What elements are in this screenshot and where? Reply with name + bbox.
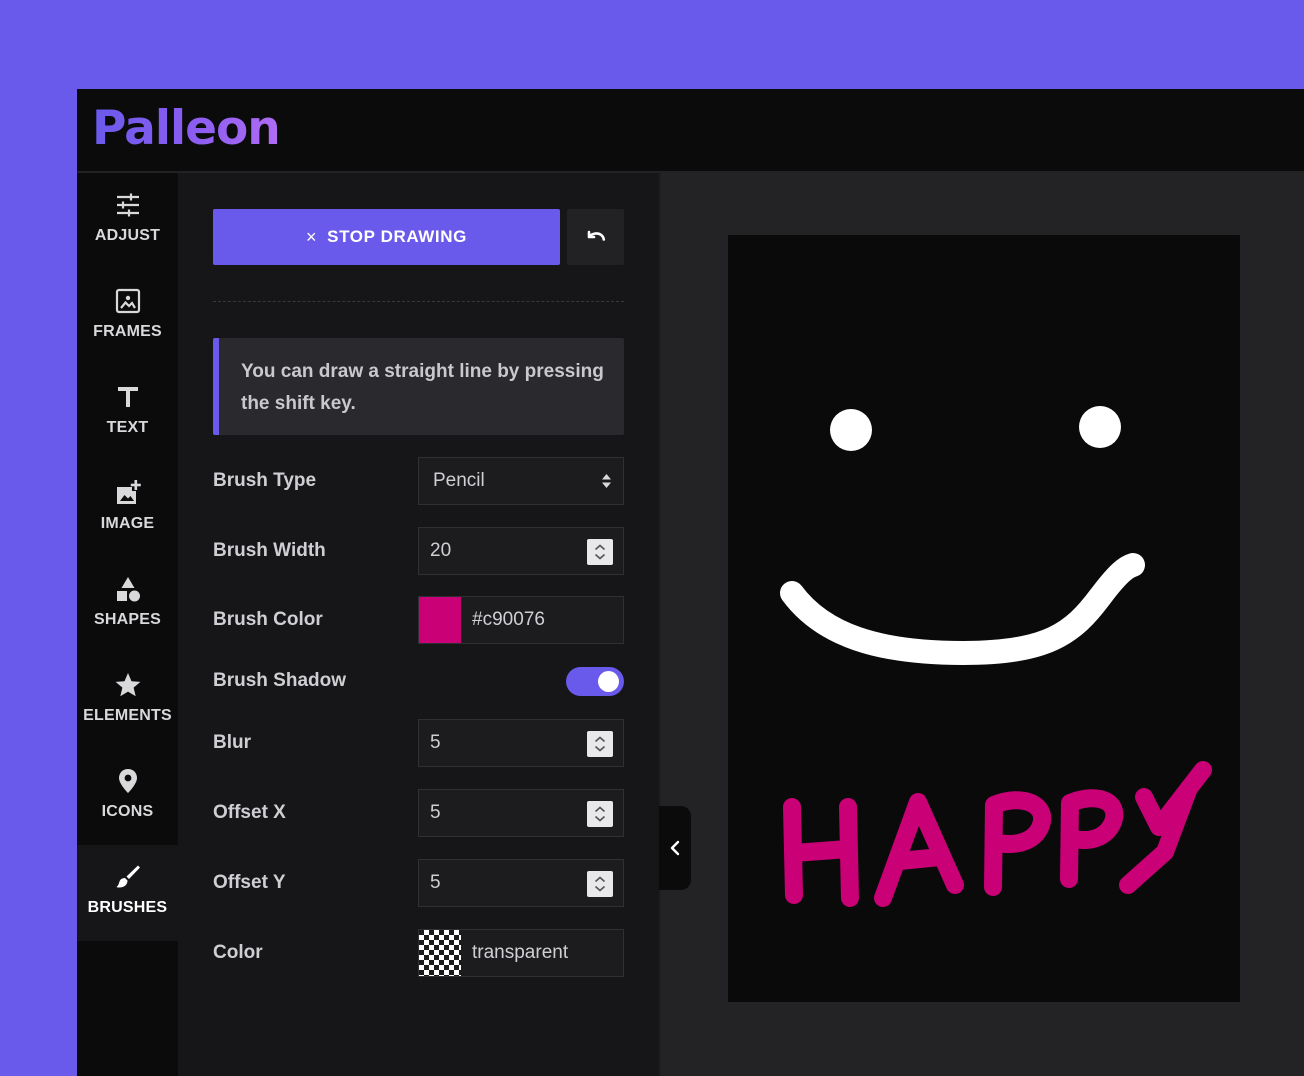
brush-color-swatch[interactable] (419, 597, 461, 643)
brush-color-input[interactable]: #c90076 (418, 596, 624, 644)
shadow-color-input[interactable]: transparent (418, 929, 624, 977)
text-icon (117, 387, 138, 407)
shadow-color-row: Color transparent (213, 929, 624, 977)
sidebar-item-label: ELEMENTS (83, 707, 172, 724)
blur-value: 5 (430, 732, 441, 753)
app-window: Palleon ADJUST FRAMES TEXT IMAGE SHAPES … (77, 89, 1304, 1076)
offset-y-input[interactable]: 5 (418, 859, 624, 907)
stop-drawing-label: STOP DRAWING (327, 227, 467, 246)
brush-width-row: Brush Width 20 (213, 527, 624, 575)
close-icon: × (306, 226, 318, 247)
offset-x-label: Offset X (213, 802, 286, 823)
brush-type-select[interactable]: Pencil (418, 457, 624, 505)
collapse-panel-button[interactable] (659, 806, 691, 890)
undo-icon (587, 230, 605, 241)
right-eye-stroke (1079, 406, 1121, 448)
sidebar-item-label: TEXT (106, 419, 149, 436)
sidebar-item-label: SHAPES (94, 611, 161, 628)
sidebar-item-label: IMAGE (100, 515, 155, 532)
canvas-workspace (661, 173, 1304, 1076)
brush-shadow-row: Brush Shadow (213, 657, 624, 705)
brush-width-value: 20 (430, 540, 452, 561)
undo-button[interactable] (567, 209, 624, 265)
brush-color-label: Brush Color (213, 609, 323, 630)
offset-y-value: 5 (430, 872, 441, 893)
frame-icon (115, 288, 140, 314)
stop-drawing-button[interactable]: × STOP DRAWING (213, 209, 560, 265)
blur-label: Blur (213, 732, 251, 753)
chevron-left-icon (670, 840, 680, 856)
sidebar-item-brushes[interactable]: BRUSHES (77, 845, 178, 941)
add-image-icon (116, 480, 141, 504)
number-stepper-icon[interactable] (587, 801, 613, 827)
top-bar: Palleon (77, 89, 1304, 173)
offset-x-value: 5 (430, 802, 441, 823)
number-stepper-icon[interactable] (587, 871, 613, 897)
sidebar-item-label: BRUSHES (87, 899, 168, 916)
smile-stroke (780, 553, 1145, 665)
brush-width-input[interactable]: 20 (418, 527, 624, 575)
brush-shadow-label: Brush Shadow (213, 670, 347, 691)
shadow-color-value: transparent (472, 942, 569, 963)
toggle-knob (598, 671, 619, 692)
sliders-icon (116, 193, 139, 217)
brush-icon (116, 865, 140, 888)
sidebar-item-icons[interactable]: ICONS (77, 749, 178, 845)
drawing-canvas[interactable] (728, 235, 1240, 1002)
blur-input[interactable]: 5 (418, 719, 624, 767)
number-stepper-icon[interactable] (587, 539, 613, 565)
offset-x-row: Offset X 5 (213, 789, 624, 837)
select-arrows-icon (602, 474, 611, 488)
drawing-strokes (780, 406, 1212, 907)
brush-type-row: Brush Type Pencil (213, 457, 624, 505)
shapes-icon (116, 577, 140, 602)
sidebar-item-elements[interactable]: ELEMENTS (77, 653, 178, 749)
sidebar-item-adjust[interactable]: ADJUST (77, 173, 178, 269)
star-icon (115, 673, 140, 697)
offset-x-input[interactable]: 5 (418, 789, 624, 837)
sidebar-item-label: FRAMES (93, 323, 162, 340)
divider (213, 301, 624, 302)
left-eye-stroke (830, 409, 872, 451)
sidebar-item-shapes[interactable]: SHAPES (77, 557, 178, 653)
number-stepper-icon[interactable] (587, 731, 613, 757)
offset-y-row: Offset Y 5 (213, 859, 624, 907)
sidebar-item-text[interactable]: TEXT (77, 365, 178, 461)
shift-key-tip: You can draw a straight line by pressing… (213, 338, 624, 435)
brush-width-label: Brush Width (213, 540, 326, 561)
brush-type-value: Pencil (433, 470, 485, 491)
app-logo: Palleon (92, 101, 281, 156)
offset-y-label: Offset Y (213, 872, 286, 893)
sidebar-item-frames[interactable]: FRAMES (77, 269, 178, 365)
sidebar-item-label: ADJUST (94, 227, 161, 244)
transparent-swatch[interactable] (419, 930, 461, 976)
location-pin-icon (118, 769, 137, 793)
sidebar-item-image[interactable]: IMAGE (77, 461, 178, 557)
brush-settings-panel: × STOP DRAWING You can draw a straight l… (178, 173, 661, 1076)
happy-text-stroke (783, 761, 1212, 907)
brush-shadow-toggle[interactable] (566, 667, 624, 696)
shadow-color-label: Color (213, 942, 263, 963)
brush-color-row: Brush Color #c90076 (213, 596, 624, 644)
brush-type-label: Brush Type (213, 470, 317, 491)
brush-color-value: #c90076 (472, 609, 545, 630)
sidebar-item-label: ICONS (101, 803, 154, 820)
tool-sidebar: ADJUST FRAMES TEXT IMAGE SHAPES ELEMENTS… (77, 173, 178, 1076)
blur-row: Blur 5 (213, 719, 624, 767)
